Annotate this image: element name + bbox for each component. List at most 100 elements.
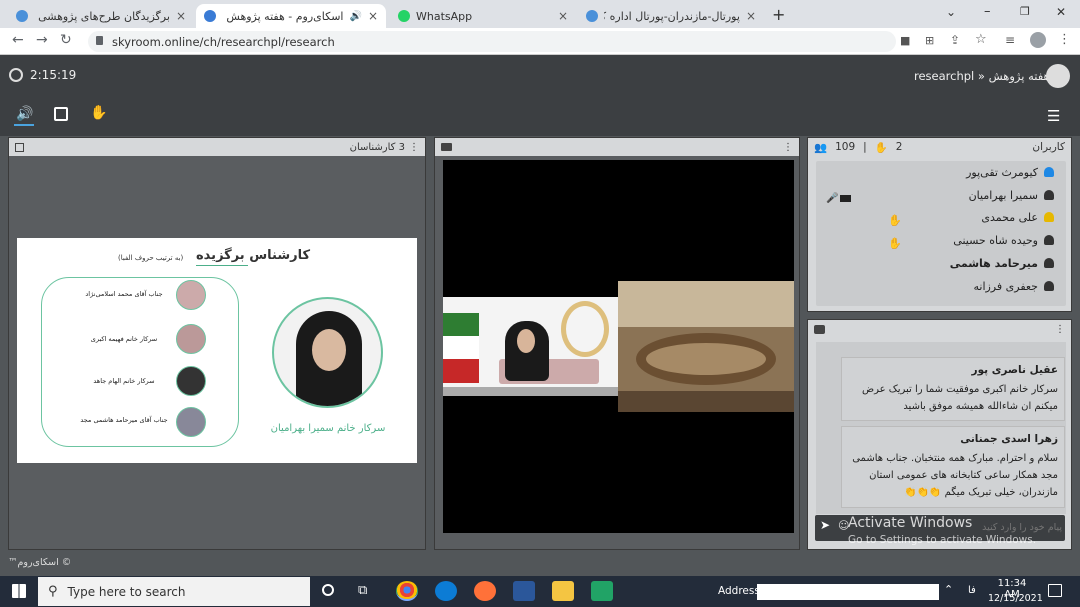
raise-hand-icon[interactable]: ✋: [90, 105, 107, 121]
raise-hand-icon: ✋: [888, 237, 902, 250]
camera-icon: [840, 195, 851, 202]
notification-icon[interactable]: [1048, 584, 1062, 597]
speaker-active-indicator: [14, 124, 34, 126]
user-name: سمیرا بهرامیان: [968, 188, 1038, 202]
message-text: سرکار خانم اکبری موفقیت شما را تبریک عرض…: [862, 384, 1058, 412]
winner-name: سرکار خانم سمیرا بهرامیان: [270, 423, 386, 434]
close-icon[interactable]: ×: [176, 9, 186, 23]
presentation-count: 3 کارشناسان: [349, 141, 405, 153]
profile-avatar[interactable]: [1030, 32, 1046, 48]
users-header: 👥 109 | ✋ 2 کاربران: [814, 141, 1065, 154]
cortana-icon[interactable]: [322, 584, 334, 596]
taskbar-search-box[interactable]: ⚲ Type here to search: [38, 577, 310, 606]
url-input[interactable]: skyroom.online/ch/researchpl/research: [88, 31, 896, 52]
tab-label: اسکای‌روم - هفته پژوهش: [226, 9, 344, 23]
user-row[interactable]: میرحامد هاشمی: [950, 252, 1054, 274]
tab-search-button[interactable]: ⌄: [946, 5, 956, 19]
user-icon: [1044, 190, 1054, 200]
person-name: سرکار خانم فهیمه اکبری: [90, 335, 158, 343]
winner-photo: [272, 297, 383, 408]
reload-icon[interactable]: ↻: [60, 32, 72, 48]
message-author: زهرا اسدی جمنانی: [960, 433, 1058, 445]
close-icon[interactable]: ×: [558, 9, 568, 23]
windows-start-icon[interactable]: [12, 584, 26, 598]
more-options-icon[interactable]: ⋮: [1055, 324, 1065, 335]
camera-icon[interactable]: ■: [900, 34, 910, 47]
user-count: 109: [835, 141, 856, 153]
hands-count: 2: [895, 141, 903, 153]
person-photo: [176, 280, 206, 310]
screen-share-icon[interactable]: [54, 107, 68, 121]
close-icon[interactable]: ×: [368, 9, 378, 23]
chat-header: ⋮: [808, 320, 1071, 338]
back-icon[interactable]: ←: [12, 32, 24, 48]
star-icon[interactable]: ☆: [975, 32, 987, 47]
activate-windows-subtitle: Go to Settings to activate Windows.: [848, 534, 1037, 546]
tab-skyroom[interactable]: × 🔊 اسکای‌روم - هفته پژوهش: [196, 4, 386, 28]
video-header: ⋮: [435, 138, 799, 156]
word-icon[interactable]: [513, 581, 535, 601]
chrome-icon[interactable]: [396, 581, 418, 601]
fullscreen-icon[interactable]: [15, 142, 24, 152]
more-menu-icon[interactable]: ⋮: [1058, 32, 1071, 47]
chevron-up-icon[interactable]: ⌃: [944, 583, 953, 596]
translate-icon[interactable]: ⊞: [925, 34, 934, 47]
person-photo: [176, 324, 206, 354]
user-row[interactable]: سمیرا بهرامیان: [969, 184, 1054, 206]
room-breadcrumb: researchpl » هفته پژوهش: [914, 69, 1050, 83]
taskbar-date[interactable]: 12/15/2021: [988, 593, 1043, 604]
skyroom-icon: [204, 10, 216, 22]
tab-portal[interactable]: × پورتال-مازندران-پورتال اداره کل کتابخ: [578, 4, 764, 28]
hamburger-menu-icon[interactable]: ☰: [1047, 107, 1060, 125]
user-row[interactable]: جعفری فرزانه: [973, 275, 1054, 297]
slide-title: کارشناس برگزیده: [196, 248, 311, 263]
more-options-icon[interactable]: ⋮: [783, 142, 793, 153]
new-tab-button[interactable]: +: [772, 5, 785, 24]
presentation-header: ⋮ 3 کارشناسان: [9, 138, 425, 156]
participants-icon: 👥: [814, 141, 828, 154]
user-name: علی محمدی: [981, 210, 1038, 224]
task-view-icon[interactable]: ⧉: [358, 583, 367, 598]
user-row[interactable]: کیومرث تقی‌پور: [966, 161, 1054, 183]
user-icon: [1044, 167, 1054, 177]
forward-icon[interactable]: →: [36, 32, 48, 48]
more-options-icon[interactable]: ⋮: [409, 142, 419, 153]
edge-icon[interactable]: [435, 581, 457, 601]
share-icon[interactable]: ⇪: [950, 33, 960, 47]
users-title: کاربران: [1032, 141, 1065, 153]
person-name: سرکار خانم الهام جاهد: [93, 377, 155, 385]
user-row[interactable]: علی محمدی: [981, 206, 1054, 228]
restore-button[interactable]: ❐: [1020, 5, 1030, 18]
speaker-icon: 🔊: [349, 10, 362, 22]
user-icon: [1044, 258, 1054, 268]
tab-label: WhatsApp: [416, 9, 473, 23]
user-name: جعفری فرزانه: [973, 279, 1038, 293]
lock-icon: [96, 36, 103, 45]
user-row[interactable]: وحیده شاه حسینی: [953, 229, 1054, 251]
tab-whatsapp[interactable]: WhatsApp ×: [390, 4, 576, 28]
excel-icon[interactable]: [591, 581, 613, 601]
raise-hand-icon: ✋: [888, 214, 902, 227]
tab-research-winners[interactable]: × برگزیدگان طرح‌های پژوهشی و فعالیت: [8, 4, 194, 28]
close-icon[interactable]: ×: [746, 9, 756, 23]
meeting-room-video: [618, 281, 794, 412]
chat-icon: [814, 324, 825, 334]
url-text: skyroom.online/ch/researchpl/research: [112, 34, 335, 49]
speaker-icon[interactable]: 🔊: [16, 106, 33, 122]
send-icon[interactable]: ➤: [820, 518, 830, 532]
search-icon: ⚲: [48, 584, 58, 599]
language-indicator[interactable]: فا: [968, 585, 976, 596]
user-avatar-icon[interactable]: [1046, 64, 1070, 88]
toolbar: [0, 96, 1080, 136]
reading-list-icon[interactable]: ≡: [1005, 33, 1015, 47]
user-name: میرحامد هاشمی: [949, 256, 1038, 270]
close-window-button[interactable]: ✕: [1056, 5, 1066, 19]
whatsapp-icon: [398, 10, 410, 22]
speaker-video: [443, 297, 618, 396]
minimize-button[interactable]: –: [984, 4, 991, 19]
firefox-icon[interactable]: [474, 581, 496, 601]
file-explorer-icon[interactable]: [552, 581, 574, 601]
address-toolbar-input[interactable]: [757, 584, 939, 600]
gear-icon: [586, 10, 598, 22]
title-underline: [196, 265, 248, 266]
